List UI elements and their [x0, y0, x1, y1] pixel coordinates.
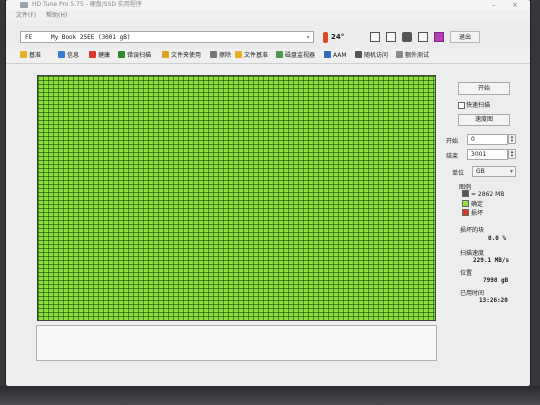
copy-info-icon[interactable]: [370, 32, 380, 42]
app-icon: [20, 2, 28, 8]
tab-random-access[interactable]: 随机访问: [355, 51, 388, 61]
menu-bar: 文件(F) 帮助(H): [6, 10, 530, 21]
damaged-blocks-value: 0.0 %: [488, 235, 507, 242]
damaged-swatch-icon: [462, 209, 469, 216]
elapsed-time-value: 13:26:20: [479, 297, 508, 304]
unit-select[interactable]: GB ▾: [472, 166, 516, 177]
tab-extra-tests[interactable]: 额外测试: [396, 51, 429, 61]
file-benchmark-icon: [235, 51, 242, 58]
folder-usage-icon: [162, 51, 169, 58]
speed-map-button[interactable]: 速度图: [458, 114, 510, 126]
ok-swatch-icon: [462, 200, 469, 207]
health-icon: [89, 51, 96, 58]
legend-damaged: 损坏: [462, 208, 483, 217]
block-swatch-icon: [462, 190, 469, 197]
application-window: HD Tune Pro 5.75 - 硬盘/SSD 实用程序 – × 文件(F)…: [6, 0, 530, 386]
download-icon[interactable]: [434, 32, 444, 42]
tab-disk-monitor[interactable]: 磁盘监视器: [276, 51, 315, 61]
info-icon: [58, 51, 65, 58]
legend-block-size: = 2862 MB: [462, 190, 504, 198]
tab-erase[interactable]: 擦除: [210, 51, 231, 61]
scan-speed-label: 扫描速度: [460, 250, 485, 257]
tab-aam[interactable]: AAM: [324, 51, 347, 61]
end-position-spinner[interactable]: ▴ ▾: [508, 149, 516, 159]
tab-error-scan[interactable]: 错误扫描: [118, 51, 151, 61]
elapsed-time-label: 已用时间: [460, 290, 485, 297]
thermometer-icon: [323, 32, 328, 43]
drive-letter: FE: [25, 34, 33, 41]
drive-toolbar: FE My Book 25EE (3001 gB) ▾ 24° 退出: [6, 21, 530, 50]
tab-folder-usage[interactable]: 文件夹使用: [162, 51, 201, 61]
temperature-value: 24°: [331, 33, 345, 41]
damaged-blocks-label: 损坏的块: [460, 227, 485, 234]
end-position-label: 结束: [446, 153, 459, 160]
tab-health[interactable]: 健康: [89, 51, 110, 61]
start-position-label: 开始: [446, 138, 459, 145]
error-scan-icon: [118, 51, 125, 58]
copy-text-icon[interactable]: [386, 32, 396, 42]
start-scan-button[interactable]: 开始: [458, 82, 510, 95]
minimize-button[interactable]: –: [492, 0, 496, 10]
chevron-down-icon: ▾: [306, 34, 310, 41]
legend-ok: 确定: [462, 199, 483, 208]
extra-tests-icon: [396, 51, 403, 58]
disk-monitor-icon: [276, 51, 283, 58]
title-bar: HD Tune Pro 5.75 - 硬盘/SSD 实用程序 – ×: [6, 0, 530, 10]
benchmark-icon: [20, 51, 27, 58]
error-scan-block-map: [37, 75, 436, 321]
drive-select[interactable]: FE My Book 25EE (3001 gB) ▾: [20, 31, 314, 43]
exit-button[interactable]: 退出: [450, 31, 480, 43]
position-label: 位置: [460, 270, 473, 277]
camera-icon[interactable]: [402, 32, 412, 42]
menu-help[interactable]: 帮助(H): [46, 11, 67, 20]
drive-name: My Book 25EE (3001 gB): [51, 34, 131, 41]
tab-bar: 基准 信息 健康 错误扫描 文件夹使用 擦除 文件基准 磁盘监视器 AAM 随机…: [6, 49, 530, 64]
close-button[interactable]: ×: [512, 0, 518, 10]
chevron-down-icon: ▾: [509, 168, 513, 175]
window-title: HD Tune Pro 5.75 - 硬盘/SSD 实用程序: [32, 1, 142, 8]
tab-file-benchmark[interactable]: 文件基准: [235, 51, 268, 61]
scan-log-panel: [36, 325, 437, 361]
start-position-spinner[interactable]: ▴ ▾: [508, 134, 516, 144]
random-access-icon: [355, 51, 362, 58]
aam-icon: [324, 51, 331, 58]
tab-benchmark[interactable]: 基准: [20, 51, 41, 61]
position-value: 7998 gB: [483, 277, 509, 284]
tab-info[interactable]: 信息: [58, 51, 79, 61]
quick-scan-label: 快速扫描: [466, 102, 491, 109]
options-icon[interactable]: [418, 32, 428, 42]
unit-label: 单位: [452, 170, 465, 177]
monitor-bezel: [0, 386, 540, 405]
start-position-input[interactable]: 0: [467, 134, 508, 145]
menu-file[interactable]: 文件(F): [16, 11, 36, 20]
scan-speed-value: 229.1 MB/s: [473, 257, 510, 264]
quick-scan-checkbox[interactable]: [458, 102, 465, 109]
end-position-input[interactable]: 3001: [467, 149, 508, 160]
erase-icon: [210, 51, 217, 58]
